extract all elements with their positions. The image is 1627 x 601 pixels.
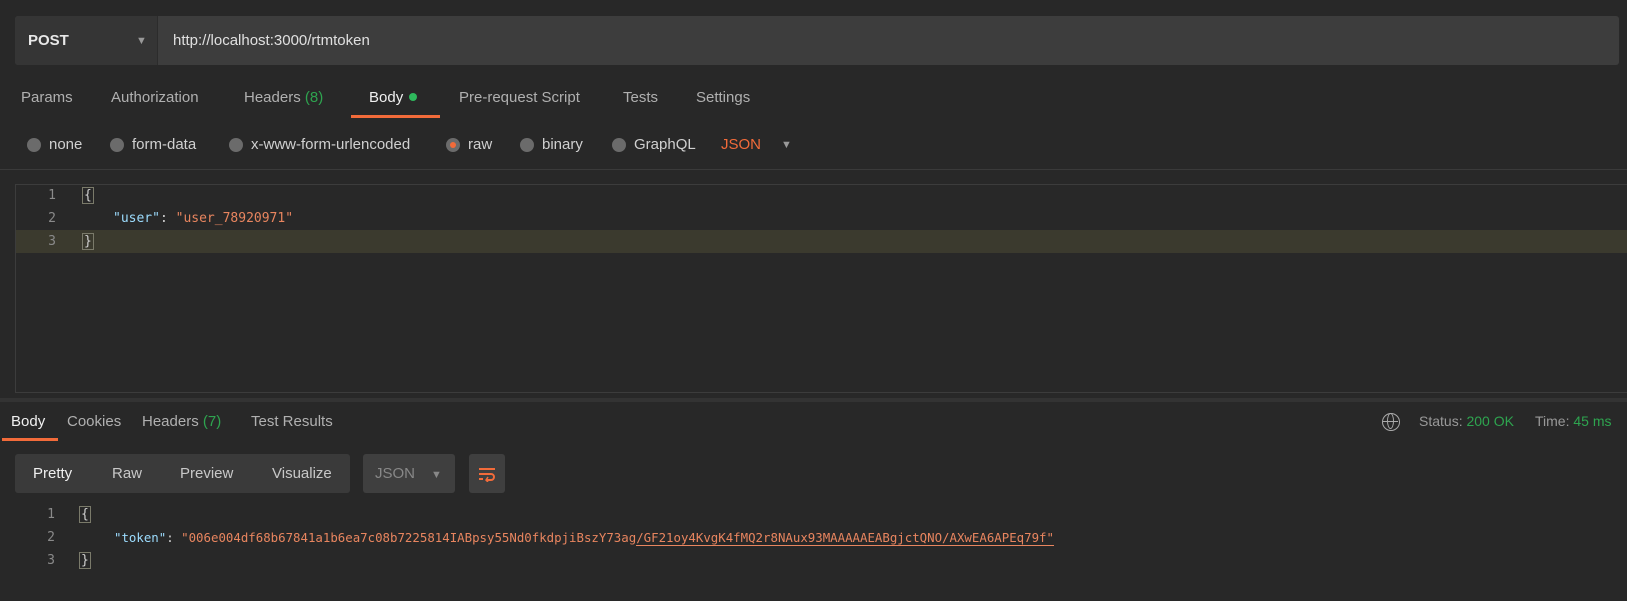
response-time: Time: 45 ms [1535, 413, 1612, 429]
tab-body[interactable]: Body [369, 89, 418, 106]
chevron-down-icon: ▼ [781, 138, 792, 151]
tab-label: Body [369, 89, 404, 106]
time-label: Time: [1535, 413, 1570, 429]
tab-params[interactable]: Params [21, 89, 73, 106]
format-label: JSON [375, 465, 416, 482]
view-raw[interactable]: Raw [112, 465, 142, 482]
open-brace: { [79, 506, 91, 523]
wrap-icon [479, 467, 495, 482]
response-tab-headers[interactable]: Headers (7) [142, 413, 221, 430]
request-body-editor[interactable]: 1 2 3 { "user": "user_78920971" } [15, 184, 1627, 393]
url-input[interactable]: http://localhost:3000/rtmtoken [158, 16, 370, 65]
radio-label: GraphQL [634, 136, 696, 153]
radio-icon [520, 137, 534, 152]
url-bar: POST ▼ http://localhost:3000/rtmtoken [15, 16, 1619, 65]
tab-settings[interactable]: Settings [696, 89, 750, 106]
line-number: 3 [47, 553, 55, 568]
response-format-select[interactable]: JSON ▼ [363, 454, 455, 493]
radio-x-www-form-urlencoded[interactable]: x-www-form-urlencoded [229, 136, 410, 153]
chevron-down-icon: ▼ [136, 34, 147, 47]
status-label: Status: [1419, 413, 1463, 429]
radio-label: binary [542, 136, 583, 153]
status-value: 200 OK [1466, 413, 1514, 429]
response-status: Status: 200 OK [1419, 413, 1514, 429]
radio-graphql[interactable]: GraphQL [612, 136, 696, 153]
tab-tests[interactable]: Tests [623, 89, 658, 106]
json-value: "user_78920971" [175, 211, 294, 226]
globe-equator [1383, 421, 1398, 422]
radio-label: x-www-form-urlencoded [251, 136, 411, 153]
tab-authorization[interactable]: Authorization [111, 89, 199, 106]
globe-icon[interactable] [1382, 413, 1400, 431]
radio-label: raw [468, 136, 493, 153]
method-select[interactable]: POST ▼ [15, 16, 158, 65]
wrap-lines-button[interactable] [469, 454, 505, 493]
view-pretty[interactable]: Pretty [33, 465, 72, 482]
tab-headers[interactable]: Headers (8) [244, 89, 323, 106]
radio-raw[interactable]: raw [446, 136, 492, 153]
modified-dot-icon [409, 93, 418, 101]
radio-form-data[interactable]: form-data [110, 136, 196, 153]
radio-icon [229, 137, 243, 152]
radio-none[interactable]: none [27, 136, 82, 153]
json-colon: : [159, 211, 176, 226]
response-view-selector: Pretty Raw Preview Visualize [15, 454, 350, 493]
token-value-link[interactable]: /GF21oy4KvgK4fMQ2r8NAux93MAAAAAEABgjctQN… [636, 530, 1054, 546]
divider [0, 169, 1627, 170]
headers-count: (7) [202, 413, 222, 430]
format-label: JSON [721, 136, 762, 153]
radio-selected-icon [446, 137, 460, 152]
json-key: "token" [114, 530, 167, 545]
json-colon: : [166, 530, 182, 545]
tab-pre-request-script[interactable]: Pre-request Script [459, 89, 580, 106]
token-value: "006e004df68b67841a1b6ea7c08b7225814IABp… [181, 530, 637, 545]
view-visualize[interactable]: Visualize [272, 465, 332, 482]
line-number: 1 [47, 507, 55, 522]
active-tab-indicator [351, 115, 440, 118]
headers-count: (8) [304, 89, 324, 106]
line-number: 2 [48, 211, 56, 226]
response-tab-cookies[interactable]: Cookies [67, 413, 121, 430]
response-tab-body[interactable]: Body [11, 413, 45, 430]
close-brace: } [79, 552, 91, 569]
method-label: POST [28, 32, 69, 49]
response-body-viewer[interactable]: 1 2 3 { "token": "006e004df68b67841a1b6e… [15, 504, 1615, 584]
radio-label: form-data [132, 136, 197, 153]
radio-icon [110, 137, 124, 152]
chevron-down-icon: ▼ [431, 469, 442, 481]
line-number: 2 [47, 530, 55, 545]
active-tab-indicator [2, 438, 58, 441]
tab-label: Headers [142, 413, 199, 430]
radio-icon [612, 137, 626, 152]
view-preview[interactable]: Preview [180, 465, 233, 482]
current-line-highlight [16, 230, 1627, 253]
tab-label: Headers [244, 89, 301, 106]
close-brace: } [82, 233, 94, 250]
radio-label: none [49, 136, 83, 153]
line-number: 1 [48, 188, 56, 203]
radio-binary[interactable]: binary [520, 136, 583, 153]
line-number: 3 [48, 234, 56, 249]
radio-icon [27, 137, 41, 152]
pane-resize-handle[interactable] [0, 398, 1627, 402]
json-key: "user" [113, 211, 160, 226]
open-brace: { [82, 187, 94, 204]
format-select[interactable]: JSON ▼ [721, 136, 792, 153]
time-value: 45 ms [1573, 413, 1612, 429]
response-tab-test-results[interactable]: Test Results [251, 413, 333, 430]
